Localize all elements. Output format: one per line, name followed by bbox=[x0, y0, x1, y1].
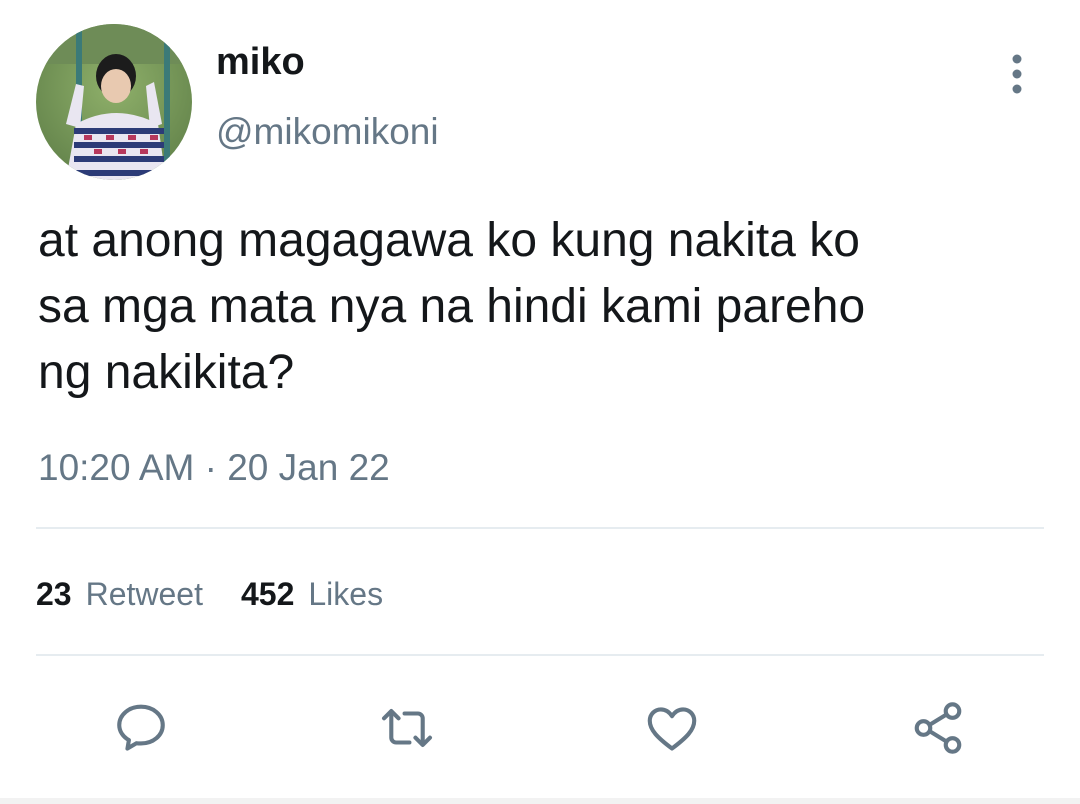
vertical-ellipsis-icon bbox=[1012, 54, 1022, 94]
like-button[interactable] bbox=[642, 698, 702, 758]
heart-icon bbox=[647, 707, 697, 751]
retweets-label: Retweet bbox=[85, 576, 203, 612]
bottom-separator bbox=[0, 798, 1080, 804]
tweet-stats: 23 Retweet 452 Likes bbox=[36, 574, 421, 614]
retweets-stat[interactable]: 23 Retweet bbox=[36, 574, 203, 614]
divider bbox=[36, 527, 1044, 529]
more-options-button[interactable] bbox=[996, 52, 1038, 96]
speech-bubble-icon bbox=[117, 704, 165, 751]
profile-photo bbox=[36, 24, 192, 180]
retweet-button[interactable] bbox=[377, 698, 437, 758]
share-button[interactable] bbox=[908, 698, 968, 758]
tweet-timestamp[interactable]: 10:20 AM · 20 Jan 22 bbox=[38, 444, 390, 492]
retweets-count: 23 bbox=[36, 576, 72, 612]
tweet-text: at anong magagawa ko kung nakita ko sa m… bbox=[38, 214, 866, 399]
likes-label: Likes bbox=[308, 576, 384, 612]
likes-stat[interactable]: 452 Likes bbox=[241, 574, 383, 614]
likes-count: 452 bbox=[240, 576, 295, 612]
display-name[interactable]: miko bbox=[216, 40, 305, 84]
retweet-arrows-icon bbox=[381, 709, 433, 747]
share-nodes-icon bbox=[914, 702, 962, 754]
user-handle[interactable]: @mikomikoni bbox=[216, 110, 439, 154]
reply-button[interactable] bbox=[111, 698, 171, 758]
avatar[interactable] bbox=[36, 24, 192, 180]
divider bbox=[36, 654, 1044, 656]
